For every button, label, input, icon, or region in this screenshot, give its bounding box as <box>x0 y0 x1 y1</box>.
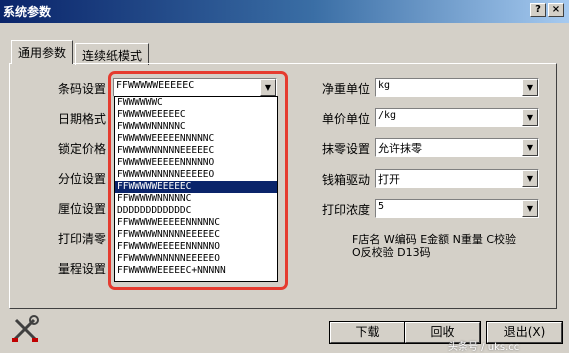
chevron-down-icon[interactable]: ▼ <box>522 109 538 126</box>
watermark-text: 头条号 / uks.cc <box>448 342 520 353</box>
dropdown-option[interactable]: FWWWWWEEEEENNNNNO <box>115 157 277 169</box>
print-clear-label: 打印清零 <box>58 232 107 246</box>
dropdown-option[interactable]: FWWWWWNNNNNC <box>115 121 277 133</box>
dropdown-option[interactable]: FFWWWWWEEEEENNNNNC <box>115 217 277 229</box>
barcode-setting-value: FFWWWWWEEEEEC <box>116 80 195 91</box>
close-button[interactable]: × <box>548 3 564 17</box>
chevron-down-icon[interactable]: ▼ <box>522 139 538 156</box>
net-weight-unit-select[interactable]: kg ▼ <box>375 78 539 97</box>
dropdown-option[interactable]: FFWWWWWNNNNNEEEEEO <box>115 253 277 265</box>
net-weight-unit-value: kg <box>378 80 391 91</box>
system-params-window: 系统参数 ? × 通用参数 连续纸模式 条码设置 日期格式 锁定价格 分位设置 … <box>0 0 569 353</box>
cash-drawer-label: 钱箱驱动 <box>322 173 371 187</box>
barcode-setting-label: 条码设置 <box>58 82 107 96</box>
legend-line-2: O反校验 D13码 <box>352 246 431 259</box>
rounding-setting-select[interactable]: 允许抹零 ▼ <box>375 138 539 157</box>
lock-price-label: 锁定价格 <box>58 142 107 156</box>
download-button[interactable]: 下载 <box>330 322 405 343</box>
barcode-dropdown-list: FWWWWWWC FWWWWWEEEEEC FWWWWWNNNNNC FWWWW… <box>114 96 278 282</box>
dropdown-option[interactable]: DDDDDDDDDDDDC <box>115 205 277 217</box>
print-density-select[interactable]: 5 ▼ <box>375 199 539 218</box>
dropdown-option[interactable]: FWWWWWEEEEEC <box>115 109 277 121</box>
title-bar: 系统参数 ? × <box>0 0 569 23</box>
chevron-down-icon[interactable]: ▼ <box>260 79 276 96</box>
date-format-label: 日期格式 <box>58 112 107 126</box>
dropdown-option[interactable]: FWWWWWNNNNNEEEEEC <box>115 145 277 157</box>
cash-drawer-select[interactable]: 打开 ▼ <box>375 169 539 188</box>
unit-price-unit-value: /kg <box>378 110 397 121</box>
chevron-down-icon[interactable]: ▼ <box>522 79 538 96</box>
barcode-legend: F店名 W编码 E金额 N重量 C校验 O反校验 D13码 <box>352 233 552 259</box>
dropdown-option[interactable]: FWWWWWNNNNNEEEEEO <box>115 169 277 181</box>
window-title: 系统参数 <box>3 5 52 19</box>
dropdown-option[interactable]: FFWWWWWNNNNNC <box>115 193 277 205</box>
tab-general-params[interactable]: 通用参数 <box>11 40 74 64</box>
li-setting-label: 厘位设置 <box>58 202 107 216</box>
dropdown-option[interactable]: FFWWWWWEEEEENNNNNO <box>115 241 277 253</box>
tools-icon <box>12 315 39 342</box>
rounding-setting-value: 允许抹零 <box>378 142 422 155</box>
unit-price-unit-label: 单价单位 <box>322 112 371 126</box>
rounding-setting-label: 抹零设置 <box>322 142 371 156</box>
barcode-setting-select[interactable]: FFWWWWWEEEEEC ▼ <box>113 78 277 97</box>
unit-price-unit-select[interactable]: /kg ▼ <box>375 108 539 127</box>
dropdown-option[interactable]: FWWWWWEEEEENNNNNC <box>115 133 277 145</box>
print-density-label: 打印浓度 <box>322 203 371 217</box>
help-button[interactable]: ? <box>530 3 546 17</box>
cent-setting-label: 分位设置 <box>58 172 107 186</box>
chevron-down-icon[interactable]: ▼ <box>522 200 538 217</box>
dropdown-option[interactable]: FFWWWWWNNNNNEEEEEC <box>115 229 277 241</box>
dropdown-option-selected[interactable]: FFWWWWWEEEEEC <box>115 181 277 193</box>
print-density-value: 5 <box>378 201 385 212</box>
dropdown-option[interactable]: FWWWWWWC <box>115 97 277 109</box>
cash-drawer-value: 打开 <box>378 173 400 186</box>
tab-continuous-paper[interactable]: 连续纸模式 <box>75 43 150 65</box>
chevron-down-icon[interactable]: ▼ <box>522 170 538 187</box>
legend-line-1: F店名 W编码 E金额 N重量 C校验 <box>352 233 517 246</box>
dropdown-option[interactable]: FFWWWWWEEEEEC+NNNNN <box>115 265 277 277</box>
net-weight-unit-label: 净重单位 <box>322 82 371 96</box>
range-setting-label: 量程设置 <box>58 262 107 276</box>
